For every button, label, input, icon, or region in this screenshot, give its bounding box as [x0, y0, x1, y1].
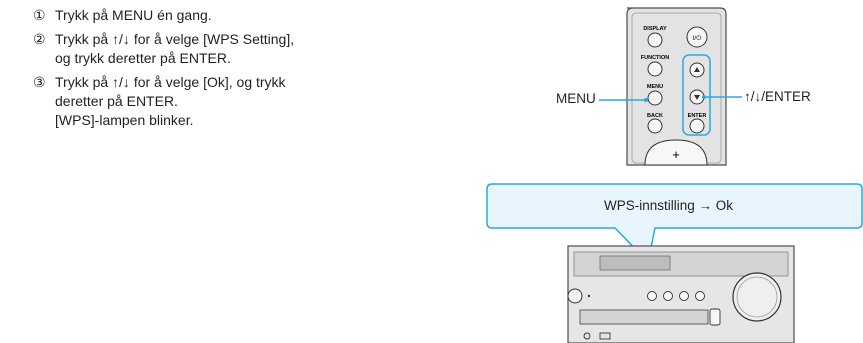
- display-key-label: DISPLAY: [643, 26, 667, 32]
- function-key-label: FUNCTION: [641, 55, 669, 61]
- menu-button[interactable]: [647, 90, 663, 106]
- disc-slot: [579, 309, 709, 325]
- display-bubble-text: WPS-innstilling → Ok: [604, 198, 734, 213]
- volume-knob[interactable]: [732, 272, 782, 322]
- enter-callout-label: ↑/↓/ENTER: [744, 89, 811, 104]
- power-key-label: I/⏻: [693, 35, 702, 42]
- function-button[interactable]: [647, 61, 663, 77]
- stereo-unit: [567, 245, 795, 343]
- enter-key-label: ENTER: [688, 113, 707, 119]
- plus-key-label: +: [672, 147, 680, 162]
- enter-callout-dot: [702, 95, 706, 99]
- menu-callout-dot: [644, 98, 648, 102]
- display-button[interactable]: [647, 32, 663, 48]
- control-button[interactable]: [647, 291, 657, 301]
- control-button[interactable]: [695, 291, 705, 301]
- control-button[interactable]: [679, 291, 689, 301]
- eject-button[interactable]: [709, 308, 721, 326]
- remote-control: DISPLAY FUNCTION MENU BACK I/⏻ ENTER +: [626, 7, 727, 166]
- enter-button[interactable]: [689, 118, 705, 134]
- power-indicator: [567, 288, 583, 304]
- back-button[interactable]: [647, 118, 663, 134]
- control-button[interactable]: [663, 291, 673, 301]
- display-window: [599, 255, 671, 271]
- device-illustration: DISPLAY FUNCTION MENU BACK I/⏻ ENTER +: [486, 7, 863, 343]
- menu-callout-label: MENU: [556, 91, 596, 106]
- back-key-label: BACK: [647, 113, 663, 119]
- menu-key-label: MENU: [647, 84, 663, 90]
